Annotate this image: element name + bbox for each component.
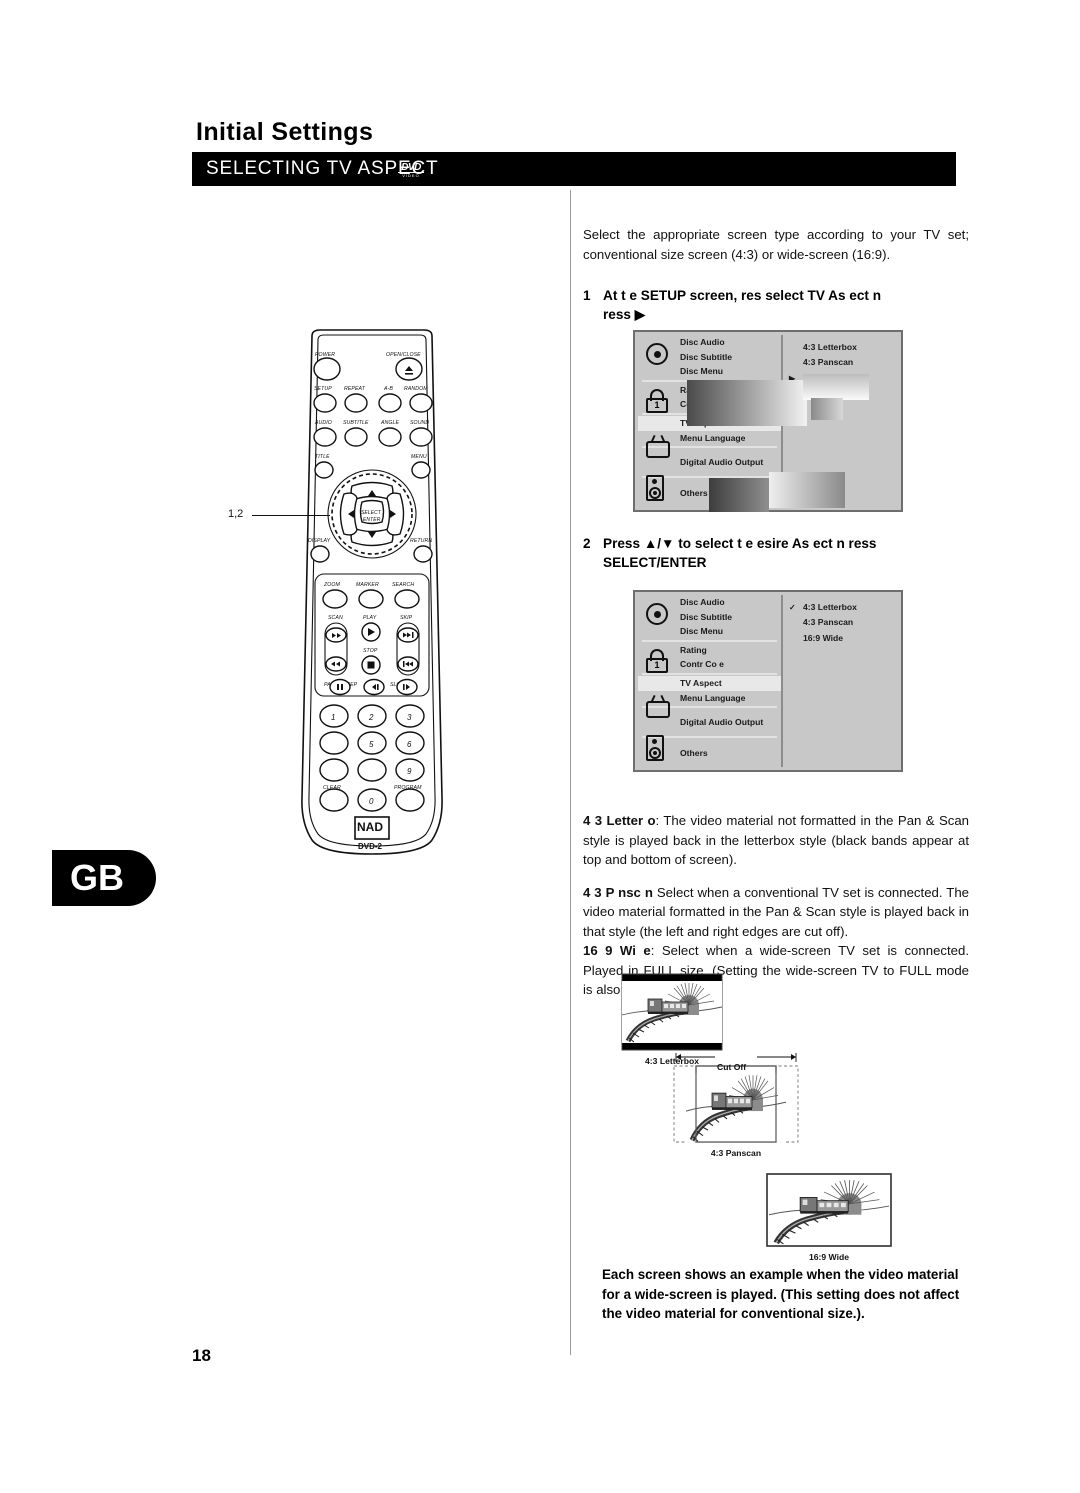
figure-caption-letterbox: 4:3 Letterbox bbox=[645, 1056, 699, 1066]
region-badge: GB bbox=[52, 850, 156, 906]
step-1-body: 1 At t e SETUP screen, res select TV As … bbox=[583, 286, 969, 324]
svg-text:SKIP: SKIP bbox=[400, 615, 413, 621]
osd-1-option-2-marker: ▶ bbox=[789, 373, 796, 383]
svg-text:RETURN: RETURN bbox=[410, 538, 432, 544]
remote-reference-label: 1,2 bbox=[228, 508, 244, 520]
dvd-logo-top-text: DVD bbox=[401, 161, 421, 173]
osd-2-option-2-label: 16:9 Wide bbox=[803, 632, 844, 643]
svg-text:0: 0 bbox=[369, 797, 374, 806]
svg-text:1: 1 bbox=[331, 713, 335, 722]
step-2: 2 Press ▲/▼ to select t e esire As ect n… bbox=[583, 534, 969, 572]
svg-text:SCAN: SCAN bbox=[328, 615, 343, 621]
figure-caption-panscan: 4:3 Panscan bbox=[710, 1148, 762, 1158]
step-1-line-1: At t e SETUP screen, res select TV As ec… bbox=[603, 288, 882, 303]
disc-icon bbox=[646, 343, 672, 369]
svg-text:RANDOM: RANDOM bbox=[404, 386, 428, 392]
svg-text:9: 9 bbox=[407, 767, 412, 776]
svg-text:ENTER: ENTER bbox=[363, 517, 381, 523]
speaker-icon bbox=[646, 735, 672, 761]
osd-1-option-1[interactable]: 4:3 Panscan bbox=[783, 355, 898, 370]
svg-text:SOUND: SOUND bbox=[410, 420, 429, 426]
svg-text:PLAY: PLAY bbox=[363, 615, 377, 621]
osd-2-item-5[interactable]: TV Aspect bbox=[638, 675, 781, 691]
step-2-number: 2 bbox=[583, 536, 591, 551]
intro-paragraph-wrap: Select the appropriate screen type accor… bbox=[583, 212, 969, 277]
osd-2-option-0-label: 4:3 Letterbox bbox=[803, 602, 857, 612]
osd-menu-screenshot-1: Disc Audio Disc Subtitle Disc Menu Ratin… bbox=[633, 330, 903, 512]
page-number: 18 bbox=[192, 1346, 211, 1365]
svg-text:2: 2 bbox=[368, 713, 374, 722]
speaker-icon bbox=[646, 475, 672, 501]
dvd-video-logo-icon: DVD VIDEO bbox=[398, 162, 424, 179]
svg-text:6: 6 bbox=[407, 740, 412, 749]
description-letterbox-term: 4 3 Letter o bbox=[583, 813, 656, 829]
description-letterbox: 4 3 Letter o: The video material not for… bbox=[583, 811, 969, 870]
region-badge-label: GB bbox=[70, 857, 124, 898]
figure-caption-wide: 16:9 Wide bbox=[808, 1252, 850, 1262]
svg-text:A-B: A-B bbox=[383, 386, 393, 392]
osd-2-option-0-marker: ✓ bbox=[789, 603, 796, 612]
osd-1-option-2-label: 16:9 Wide bbox=[803, 372, 844, 383]
svg-text:5: 5 bbox=[369, 740, 374, 749]
svg-text:3: 3 bbox=[407, 713, 412, 722]
step-2-line-2: SELECT/ENTER bbox=[603, 555, 707, 570]
description-wide-term: 16 9 Wi e bbox=[583, 943, 651, 959]
remote-control-illustration: .ol { fill:none; stroke:#111; stroke-wid… bbox=[282, 328, 462, 858]
svg-text:DISPLAY: DISPLAY bbox=[308, 538, 331, 544]
svg-text:MARKER: MARKER bbox=[356, 582, 379, 588]
svg-text:NAD: NAD bbox=[357, 820, 383, 834]
svg-text:DVD-2: DVD-2 bbox=[358, 842, 383, 851]
osd-2-left-column: Disc Audio Disc Subtitle Disc Menu Ratin… bbox=[638, 595, 783, 767]
osd-2-option-1-label: 4:3 Panscan bbox=[803, 617, 854, 628]
osd-2-right-column: ✓ 4:3 Letterbox 4:3 Panscan 16:9 Wide bbox=[783, 595, 898, 767]
svg-text:SEARCH: SEARCH bbox=[392, 582, 414, 588]
disc-icon bbox=[646, 603, 672, 629]
step-1-line-2: ress ▶ bbox=[603, 307, 646, 322]
tv-icon bbox=[646, 694, 672, 721]
osd-2-separator-1 bbox=[642, 639, 777, 642]
osd-1-left-column: Disc Audio Disc Subtitle Disc Menu Ratin… bbox=[638, 335, 783, 507]
osd-1-option-2[interactable]: ▶ 16:9 Wide bbox=[783, 371, 898, 386]
svg-text:SUBTITLE: SUBTITLE bbox=[343, 420, 369, 426]
svg-text:SETUP: SETUP bbox=[314, 386, 332, 392]
step-2-body: 2 Press ▲/▼ to select t e esire As ect n… bbox=[583, 534, 969, 572]
step-2-line-1: Press ▲/▼ to select t e esire As ect n r… bbox=[603, 536, 877, 551]
osd-1-option-1-label: 4:3 Panscan bbox=[803, 357, 854, 368]
svg-text:AUDIO: AUDIO bbox=[314, 420, 332, 426]
aspect-example-figures: Cut Off 4:3 Letterbox 4:3 Panscan 16:9 W… bbox=[600, 966, 920, 1266]
step-1: 1 At t e SETUP screen, res select TV As … bbox=[583, 286, 969, 324]
svg-text:STOP: STOP bbox=[363, 648, 378, 654]
svg-text:TITLE: TITLE bbox=[315, 454, 330, 460]
final-note: Each screen shows an example when the vi… bbox=[602, 1265, 970, 1324]
svg-text:ZOOM: ZOOM bbox=[323, 582, 341, 588]
svg-text:SELECT: SELECT bbox=[361, 510, 382, 516]
column-divider bbox=[570, 190, 571, 1355]
description-panscan: 4 3 P nsc n Select when a conventional T… bbox=[583, 883, 969, 942]
svg-text:REPEAT: REPEAT bbox=[344, 386, 366, 392]
dvd-logo-bottom-text: VIDEO bbox=[398, 171, 424, 178]
osd-menu-screenshot-2: Disc Audio Disc Subtitle Disc Menu Ratin… bbox=[633, 590, 903, 772]
intro-paragraph: Select the appropriate screen type accor… bbox=[583, 227, 969, 262]
svg-text:ANGLE: ANGLE bbox=[380, 420, 400, 426]
svg-text:POWER: POWER bbox=[315, 352, 335, 358]
osd-2-option-1[interactable]: 4:3 Panscan bbox=[783, 615, 898, 630]
svg-text:MENU: MENU bbox=[411, 454, 427, 460]
osd-2-option-0[interactable]: ✓ 4:3 Letterbox bbox=[783, 600, 898, 615]
osd-2-option-2[interactable]: 16:9 Wide bbox=[783, 631, 898, 646]
lock-icon bbox=[646, 389, 672, 415]
step-1-number: 1 bbox=[583, 288, 591, 303]
osd-1-item-5[interactable]: TV Aspect bbox=[638, 415, 781, 431]
page-title: Initial Settings bbox=[196, 118, 374, 146]
osd-1-option-0-label: 4:3 Letterbox bbox=[803, 342, 857, 352]
tv-icon bbox=[646, 434, 672, 461]
manual-page: Initial Settings SELECTING TV ASPECT DVD… bbox=[0, 0, 1080, 1493]
svg-text:OPEN/CLOSE: OPEN/CLOSE bbox=[386, 352, 421, 358]
osd-1-separator-1 bbox=[642, 379, 777, 382]
osd-1-right-column: 4:3 Letterbox 4:3 Panscan ▶ 16:9 Wide bbox=[783, 335, 898, 507]
description-panscan-term: 4 3 P nsc n bbox=[583, 884, 653, 900]
final-note-text: Each screen shows an example when the vi… bbox=[602, 1267, 960, 1321]
lock-icon bbox=[646, 649, 672, 675]
osd-1-option-0[interactable]: 4:3 Letterbox bbox=[783, 340, 898, 355]
section-header-bar: SELECTING TV ASPECT DVD VIDEO bbox=[192, 152, 956, 186]
